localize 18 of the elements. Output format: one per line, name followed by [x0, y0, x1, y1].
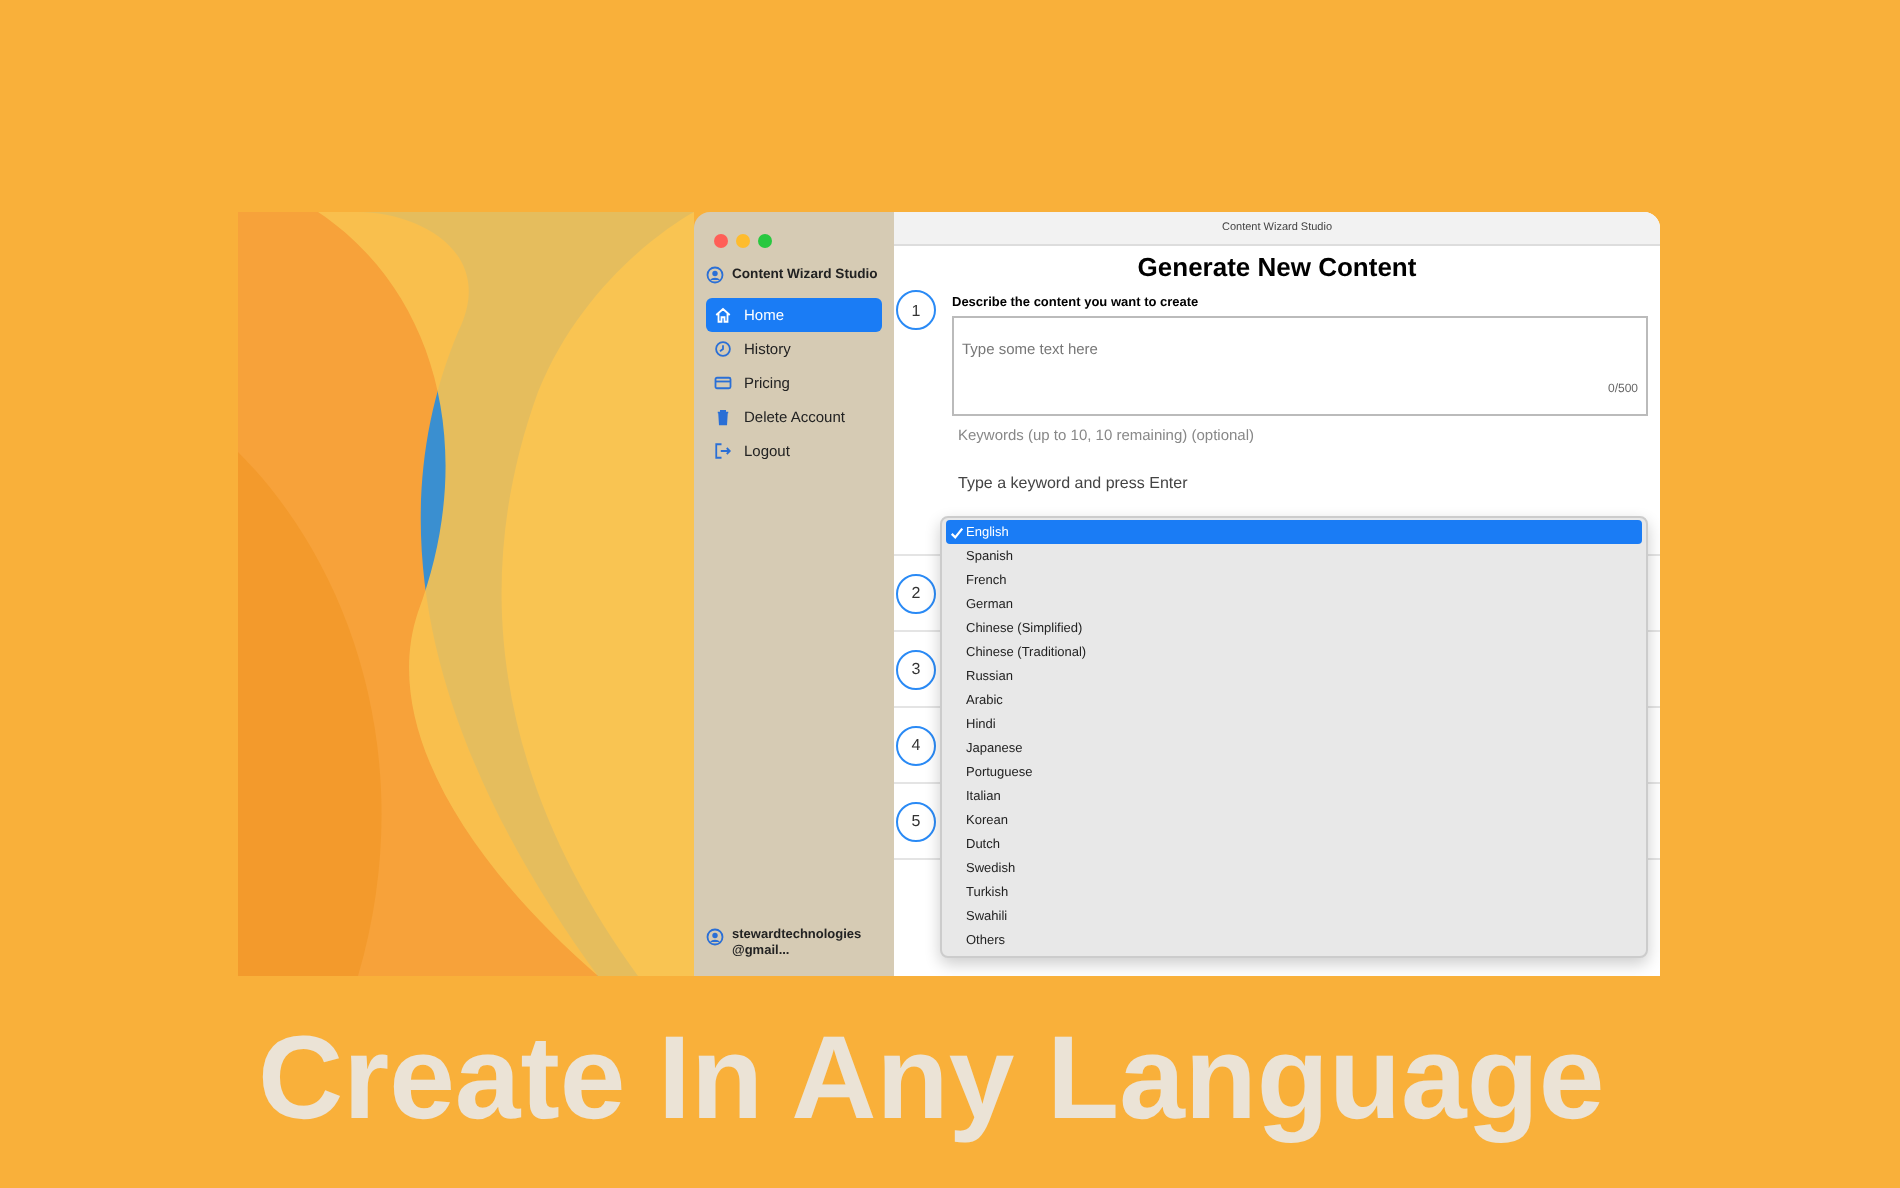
zoom-button[interactable]: [758, 234, 772, 248]
credit-card-icon: [714, 374, 732, 392]
step-number: 2: [896, 573, 936, 613]
logout-icon: [714, 442, 732, 460]
trash-icon: [714, 408, 732, 426]
home-icon: [714, 306, 732, 324]
user-icon: [706, 266, 724, 284]
close-button[interactable]: [714, 234, 728, 248]
caption-heading: Create In Any Language: [256, 1020, 1607, 1138]
checkmark-icon: [949, 525, 963, 539]
user-icon: [706, 928, 724, 947]
step-number: 5: [896, 801, 936, 841]
step-number: 4: [896, 725, 936, 765]
page-heading: Generate New Content: [1135, 252, 1419, 282]
step-number: 3: [896, 649, 936, 689]
minimize-button[interactable]: [736, 234, 750, 248]
step-number: 1: [896, 290, 936, 330]
clock-icon: [714, 340, 732, 358]
